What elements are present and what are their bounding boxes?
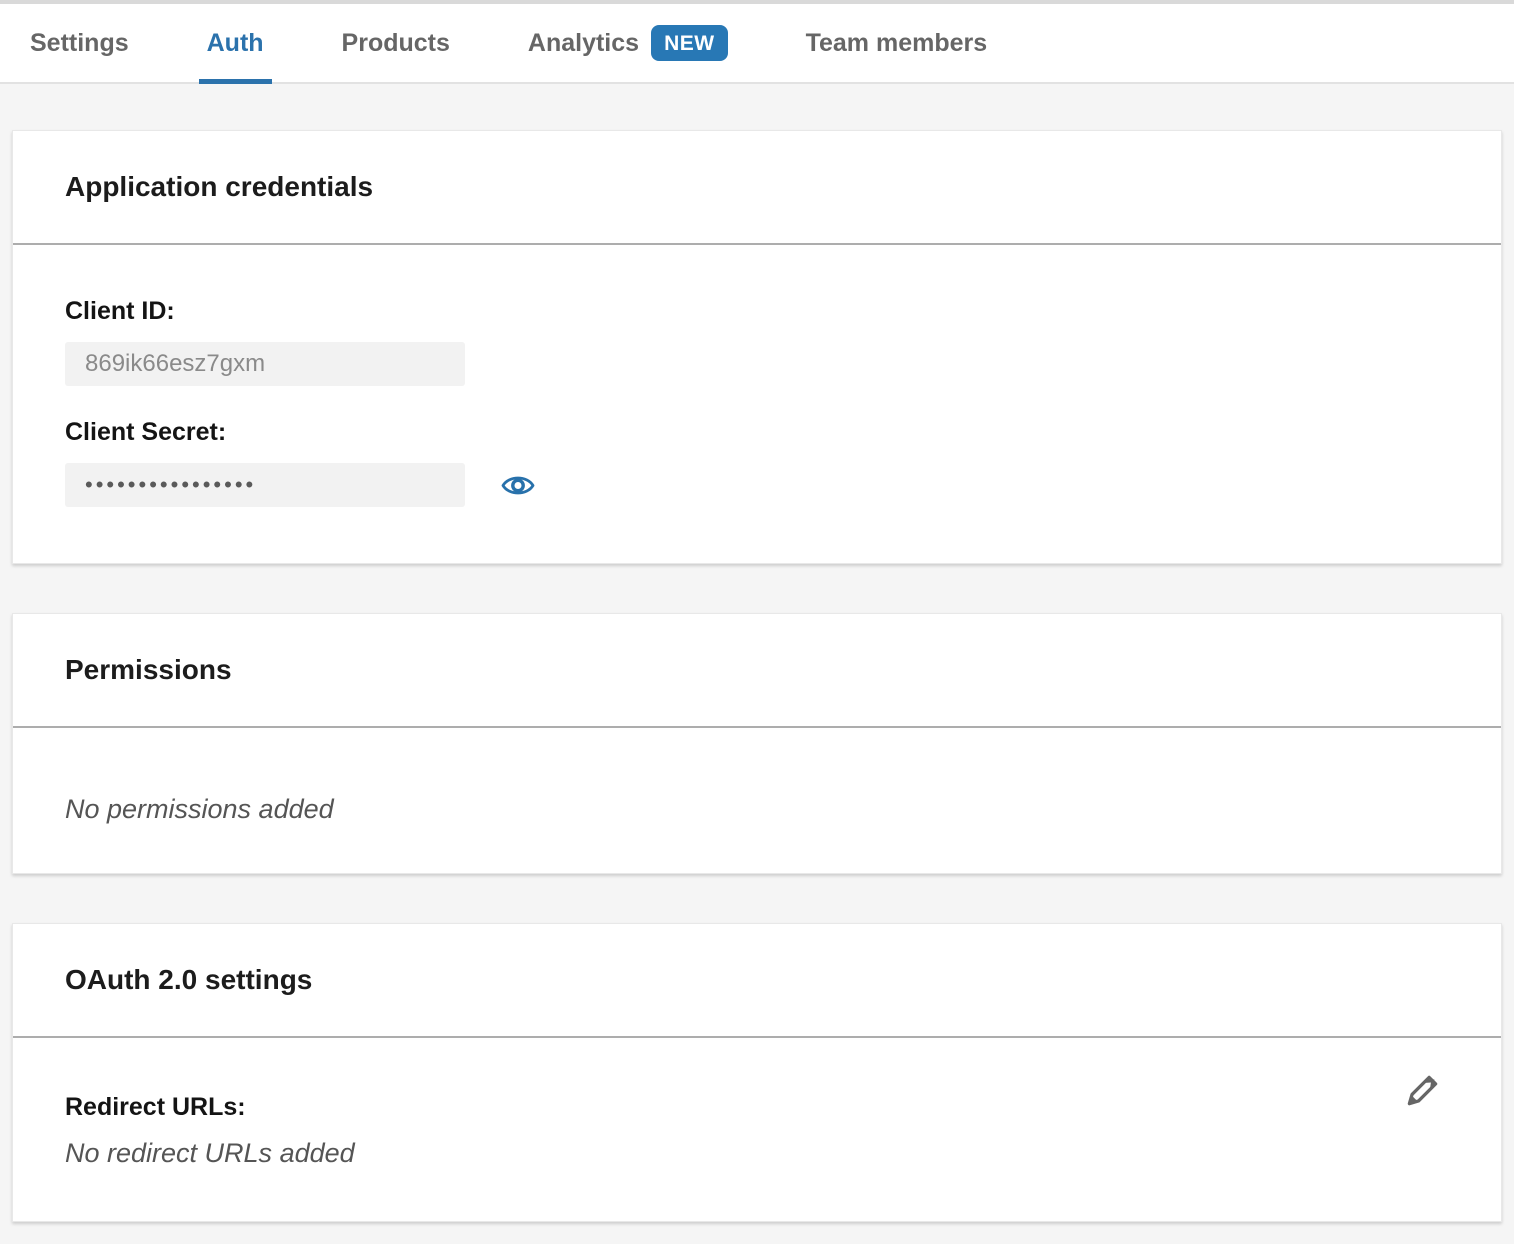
oauth-settings-body: Redirect URLs: No redirect URLs added	[13, 1038, 1501, 1221]
tab-auth[interactable]: Auth	[199, 4, 272, 82]
new-badge: NEW	[651, 25, 728, 61]
client-secret-row	[65, 463, 1449, 507]
tab-products[interactable]: Products	[334, 4, 458, 82]
tab-team-members-label: Team members	[806, 29, 988, 58]
client-id-input[interactable]	[65, 342, 465, 386]
tab-analytics[interactable]: Analytics NEW	[520, 4, 736, 82]
oauth-settings-card: OAuth 2.0 settings Redirect URLs: No red…	[12, 923, 1502, 1222]
redirect-urls-label: Redirect URLs:	[65, 1093, 1449, 1122]
pencil-icon	[1398, 1069, 1444, 1115]
tab-auth-label: Auth	[207, 29, 264, 58]
oauth-settings-title: OAuth 2.0 settings	[65, 964, 1449, 996]
no-redirect-urls-text: No redirect URLs added	[65, 1138, 1449, 1169]
edit-redirect-urls-button[interactable]	[1397, 1068, 1445, 1116]
eye-icon	[501, 472, 535, 499]
tab-team-members[interactable]: Team members	[798, 4, 996, 82]
tab-settings-label: Settings	[30, 29, 129, 58]
permissions-body: No permissions added	[13, 728, 1501, 873]
client-secret-input[interactable]	[65, 463, 465, 507]
tab-products-label: Products	[342, 29, 450, 58]
permissions-card: Permissions No permissions added	[12, 613, 1502, 874]
application-credentials-card: Application credentials Client ID: Clien…	[12, 130, 1502, 564]
tab-bar: Settings Auth Products Analytics NEW Tea…	[0, 0, 1514, 84]
tab-analytics-label: Analytics	[528, 29, 639, 58]
permissions-title: Permissions	[65, 654, 1449, 686]
permissions-header: Permissions	[13, 614, 1501, 726]
client-secret-label: Client Secret:	[65, 418, 1449, 447]
oauth-settings-header: OAuth 2.0 settings	[13, 924, 1501, 1036]
application-credentials-body: Client ID: Client Secret:	[13, 245, 1501, 563]
client-id-label: Client ID:	[65, 297, 1449, 326]
application-credentials-title: Application credentials	[65, 171, 1449, 203]
tab-settings[interactable]: Settings	[22, 4, 137, 82]
application-credentials-header: Application credentials	[13, 131, 1501, 243]
no-permissions-text: No permissions added	[65, 794, 1449, 825]
reveal-secret-button[interactable]	[501, 472, 535, 499]
main-content: Application credentials Client ID: Clien…	[0, 84, 1514, 1222]
